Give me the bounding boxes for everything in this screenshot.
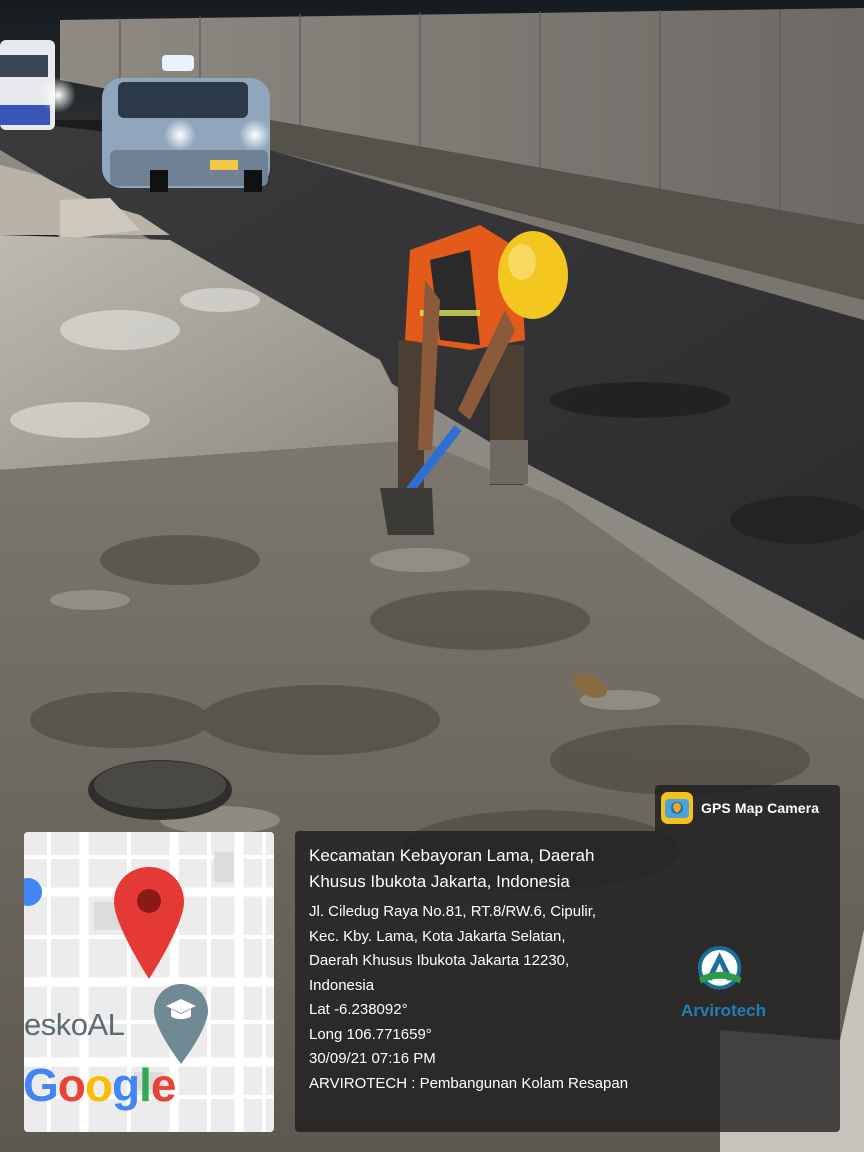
- google-logo: Google: [24, 1059, 177, 1111]
- project-note: ARVIROTECH : Pembangunan Kolam Resapan: [309, 1074, 629, 1092]
- google-wordmark: Google: [24, 1059, 177, 1111]
- datetime-stamp: 30/09/21 07:16 PM: [309, 1050, 436, 1067]
- company-name: Arvirotech: [681, 1001, 767, 1020]
- google-letter: o: [84, 1059, 113, 1111]
- location-title: Kecamatan Kebayoran Lama, Daerah Khusus …: [309, 846, 595, 891]
- graduation-cap-icon: [154, 984, 208, 1064]
- google-letter: o: [57, 1059, 86, 1111]
- address-line: Kec. Kby. Lama, Kota Jakarta Selatan,: [309, 927, 566, 945]
- latitude: Lat -6.238092°: [309, 1001, 408, 1018]
- camera-pin-icon: [661, 792, 693, 824]
- google-letter: l: [139, 1059, 152, 1111]
- address-line: Indonesia: [309, 976, 375, 994]
- map-place-label: eskoAL: [24, 1007, 125, 1042]
- address-line: Jl. Ciledug Raya No.81, RT.8/RW.6, Cipul…: [309, 903, 597, 920]
- google-letter: g: [112, 1059, 140, 1111]
- google-letter: e: [150, 1059, 177, 1111]
- longitude: Long 106.771659°: [309, 1025, 432, 1043]
- map-thumbnail[interactable]: eskoAL Google: [24, 832, 274, 1132]
- location-pin-icon: [114, 867, 184, 979]
- gps-app-badge: GPS Map Camera: [655, 785, 840, 831]
- google-letter: G: [24, 1059, 59, 1111]
- address-line: Daerah Khusus Ibukota Jakarta 12230,: [309, 952, 570, 969]
- location-info-panel: Kecamatan Kebayoran Lama, Daerah Khusus …: [295, 831, 840, 1132]
- gps-app-name: GPS Map Camera: [701, 800, 820, 816]
